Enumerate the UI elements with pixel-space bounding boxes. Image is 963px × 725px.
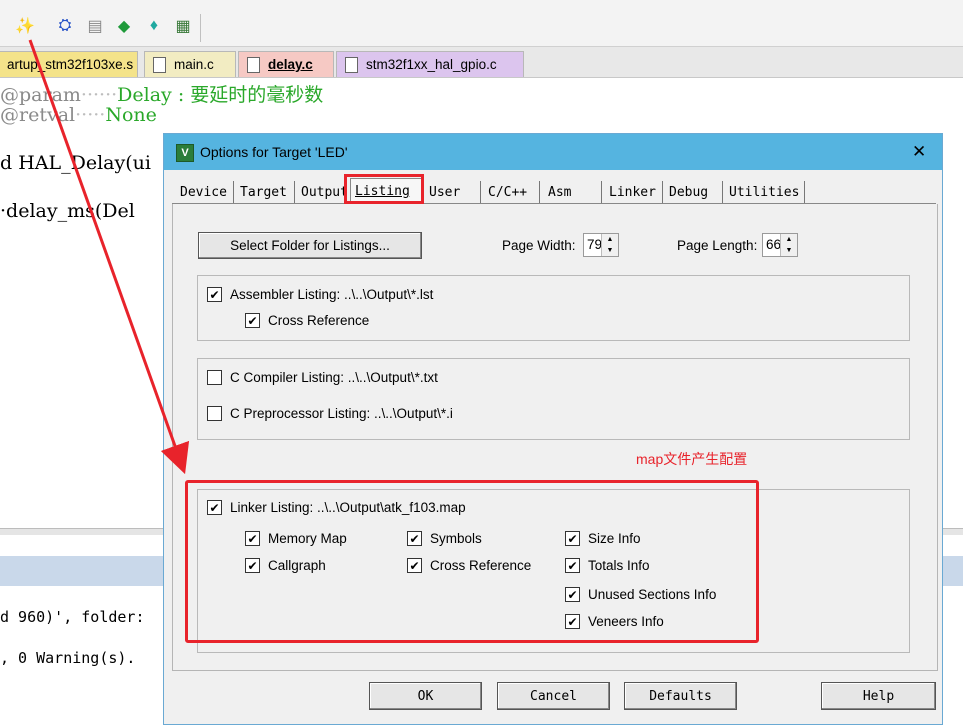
annotation-arrow-icon [28,39,190,475]
